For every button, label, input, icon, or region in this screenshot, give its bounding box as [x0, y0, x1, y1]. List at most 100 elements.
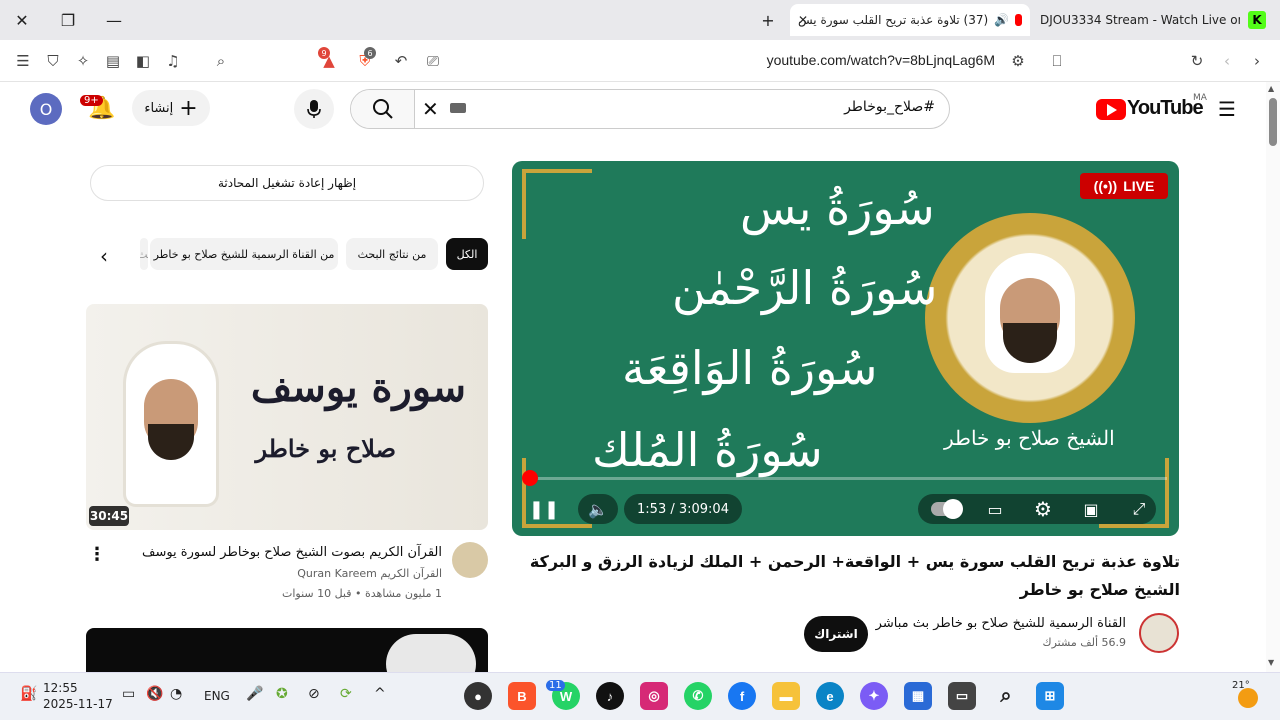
audio-icon: 🔊 [994, 13, 1010, 27]
keyboard-icon[interactable] [450, 103, 466, 113]
battery-icon[interactable]: ▭ [122, 686, 135, 702]
show-hidden-icons-icon[interactable]: ^ [374, 686, 386, 702]
autoplay-toggle[interactable] [928, 494, 964, 524]
chip-all[interactable]: الكل [446, 238, 488, 270]
tab-inactive[interactable]: DJOU3334 Stream - Watch Live on Ki [1040, 4, 1240, 36]
chip-from-search[interactable]: من نتائج البحث [346, 238, 438, 270]
chips-prev-icon[interactable]: ‹ [100, 244, 108, 268]
scrollbar[interactable]: ▲ ▼ [1266, 82, 1280, 672]
theater-mode-icon[interactable]: ▣ [1078, 494, 1104, 524]
scroll-down-icon[interactable]: ▼ [1268, 658, 1274, 667]
progress-bar[interactable] [524, 477, 1167, 480]
chip-overflow[interactable]: بث [140, 238, 148, 270]
subscribe-button[interactable]: اشتراك [804, 616, 868, 652]
wifi-icon[interactable]: ◔ [170, 686, 182, 702]
extensions-icon[interactable]: ✧ [72, 50, 94, 72]
youtube-logo-icon[interactable] [1096, 99, 1126, 120]
recommendation-channel[interactable]: Quran Kareem القرآن الكريم [297, 567, 442, 580]
clock-date[interactable]: 2025-11-17 [43, 697, 113, 711]
menu-icon[interactable]: ☰ [12, 50, 34, 72]
kick-favicon-icon: K [1248, 11, 1266, 29]
thumb-portrait [126, 344, 216, 504]
tab-active-label: (37) تلاوة عذبة تريح القلب سورة يس [798, 13, 989, 27]
new-tab-icon[interactable]: + [754, 8, 782, 32]
screenshot-icon[interactable]: ⌕ [210, 50, 232, 72]
instagram-icon[interactable]: ◎ [640, 682, 668, 710]
ornament-top-left [522, 169, 592, 239]
terminal-icon[interactable]: ▭ [948, 682, 976, 710]
mic-icon[interactable] [294, 89, 334, 129]
app-tray-icon-3[interactable]: ⟳ [340, 686, 352, 702]
forward-icon[interactable]: › [1246, 50, 1268, 72]
search-input[interactable]: #صلاح_بوخاطر [844, 99, 935, 115]
restore-window-icon[interactable]: ❐ [54, 8, 82, 32]
volume-mute-icon[interactable]: 🔇 [146, 686, 163, 702]
sidebar-icon[interactable]: ◧ [132, 50, 154, 72]
store-icon[interactable]: ▦ [904, 682, 932, 710]
overlay-caption: الشيخ صلاح بو خاطر [944, 426, 1115, 450]
time-display: 1:53 / 3:09:04 [624, 494, 742, 524]
chip-from-channel[interactable]: من القناة الرسمية للشيخ صلاح بو خاطر [150, 238, 338, 270]
recommendation-channel-avatar[interactable] [452, 542, 488, 578]
cast-icon[interactable]: ⎚ [422, 50, 444, 72]
app-tray-icon-2[interactable]: ⊘ [308, 686, 320, 702]
volume-icon[interactable]: 🔈 [578, 494, 618, 524]
pause-icon[interactable]: ❚❚ [529, 494, 559, 524]
fullscreen-icon[interactable]: ⤢ [1126, 494, 1152, 524]
thumb-subtitle: صلاح بو خاطر [255, 434, 396, 463]
bookmark-icon[interactable]: ⎕ [1046, 50, 1068, 72]
live-broadcast-icon: ((•)) [1093, 178, 1118, 194]
recommendation-title[interactable]: القرآن الكريم بصوت الشيخ صلاح بوخاطر لسو… [142, 545, 442, 560]
recommendation-thumbnail-2[interactable] [86, 628, 488, 672]
widgets-icon[interactable]: ⛽ [20, 686, 37, 702]
facebook-icon[interactable]: f [728, 682, 756, 710]
back-icon[interactable]: ‹ [1216, 50, 1238, 72]
copilot-icon[interactable]: ✦ [860, 682, 888, 710]
minimize-window-icon[interactable]: — [100, 8, 128, 32]
whatsapp-icon[interactable]: ✆ [684, 682, 712, 710]
clock-time[interactable]: 12:55 [43, 681, 78, 695]
url-text[interactable]: youtube.com/watch?v=8bLjnqLag6M [767, 52, 995, 68]
avatar[interactable]: O [30, 93, 62, 125]
mic-tray-icon[interactable]: 🎤 [246, 686, 263, 702]
file-explorer-icon[interactable]: ▬ [772, 682, 800, 710]
scroll-up-icon[interactable]: ▲ [1268, 84, 1274, 93]
overlay-line2: سُورَةُ الرَّحْمٰن [672, 261, 938, 315]
more-options-icon[interactable]: ⋮ [88, 544, 106, 565]
scrollbar-thumb[interactable] [1269, 98, 1277, 146]
channel-name[interactable]: القناة الرسمية للشيخ صلاح بو خاطر بث مبا… [876, 616, 1126, 631]
recommendation-thumbnail[interactable]: سورة يوسف صلاح بو خاطر [86, 304, 488, 530]
start-icon[interactable]: ⊞ [1036, 682, 1064, 710]
tiktok-icon[interactable]: ♪ [596, 682, 624, 710]
brave-icon[interactable]: B [508, 682, 536, 710]
search-taskbar-icon[interactable]: ⌕ [992, 682, 1020, 710]
close-window-icon[interactable]: ✕ [8, 8, 36, 32]
shields-badge: 6 [364, 47, 376, 59]
tabs-icon[interactable]: ▤ [102, 50, 124, 72]
site-settings-icon[interactable]: ⚙ [1007, 50, 1029, 72]
overlay-line1: سُورَةُ يس [740, 181, 935, 235]
reload-icon[interactable]: ↻ [1186, 50, 1208, 72]
duration-badge: 30:45 [89, 506, 129, 526]
settings-icon[interactable]: ⚙ [1030, 494, 1056, 524]
close-tab-icon[interactable]: ✕ [798, 13, 808, 27]
create-button[interactable]: إنشاء + [132, 90, 210, 126]
search-button[interactable] [351, 90, 415, 128]
subtitles-icon[interactable]: ▭ [982, 494, 1008, 524]
clear-search-icon[interactable]: ✕ [422, 97, 439, 121]
guide-menu-icon[interactable]: ☰ [1218, 97, 1236, 121]
youtube-logo-text[interactable]: YouTube [1127, 97, 1204, 120]
progress-scrubber[interactable] [522, 470, 538, 486]
shield-icon[interactable]: ⛉ [42, 50, 64, 72]
tab-active[interactable]: 🔊 (37) تلاوة عذبة تريح القلب سورة يس ✕ [790, 4, 1030, 36]
share-icon[interactable]: ↶ [390, 50, 412, 72]
channel-avatar[interactable] [1139, 613, 1179, 653]
music-icon[interactable]: ♫ [162, 50, 184, 72]
edge-icon[interactable]: e [816, 682, 844, 710]
weather-icon[interactable] [1238, 688, 1258, 708]
app-tray-icon-1[interactable]: ✪ [276, 686, 288, 702]
sheikh-portrait [925, 213, 1135, 423]
obs-icon[interactable]: ● [464, 682, 492, 710]
show-chat-replay-button[interactable]: إظهار إعادة تشغيل المحادثة [90, 165, 484, 201]
language-indicator[interactable]: ENG [204, 689, 230, 703]
